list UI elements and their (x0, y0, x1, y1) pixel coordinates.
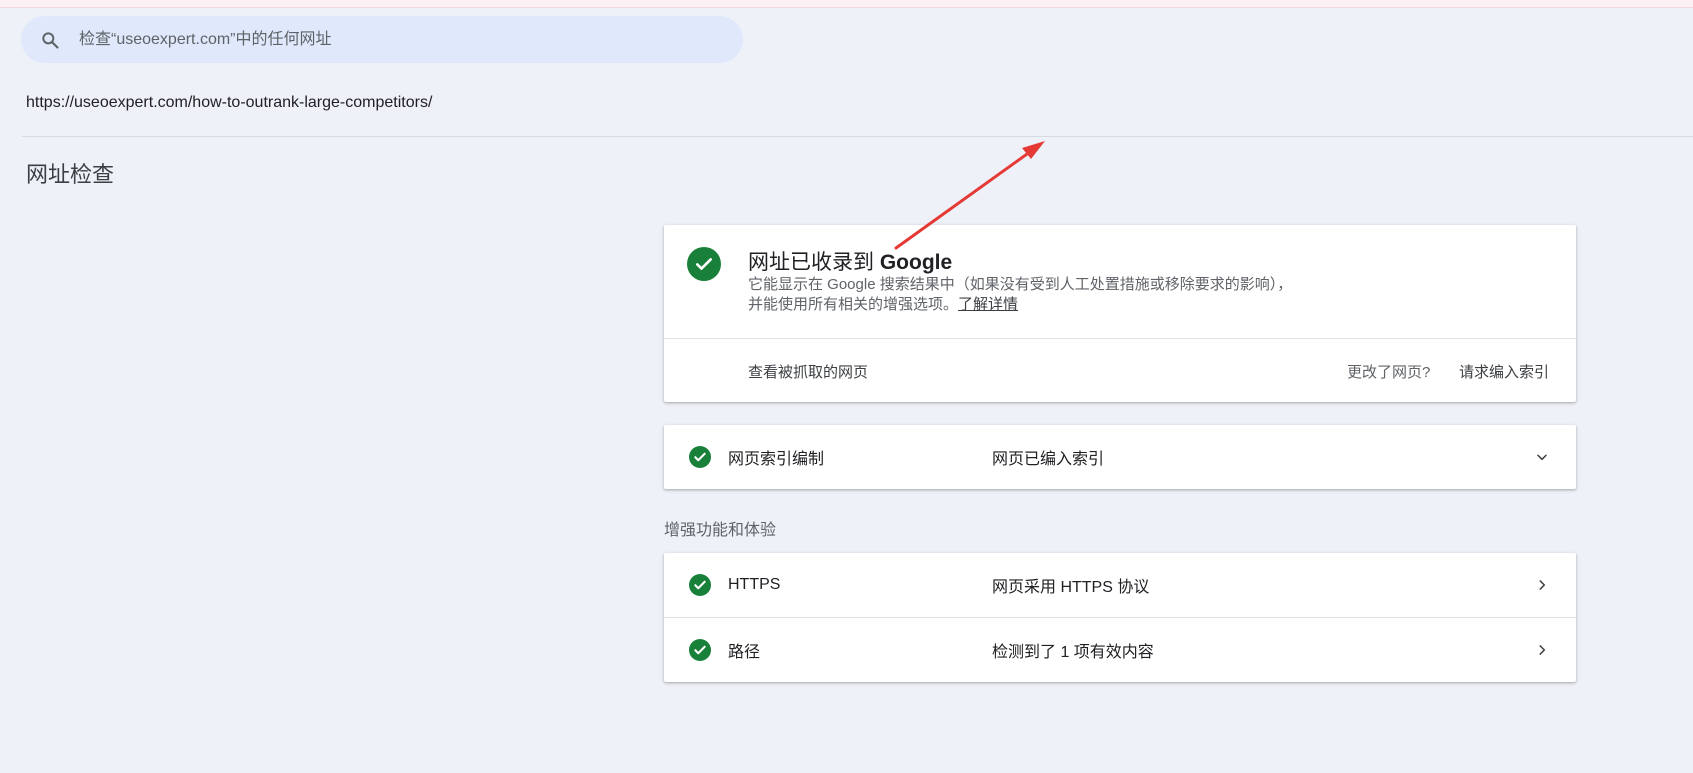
enhancement-row-https[interactable]: HTTPS 网页采用 HTTPS 协议 (664, 553, 1576, 617)
check-circle-icon (689, 574, 711, 596)
indexing-value: 网页已编入索引 (992, 451, 1105, 468)
search-input[interactable] (77, 29, 681, 50)
url-inspection-search[interactable] (21, 16, 743, 63)
view-crawled-page-button[interactable]: 查看被抓取的网页 (748, 361, 868, 382)
page-title: 网址检查 (26, 162, 115, 187)
chevron-down-icon[interactable] (1534, 449, 1550, 465)
top-edge-bar (0, 0, 1693, 8)
index-status-card: 网址已收录到 Google 它能显示在 Google 搜索结果中（如果没有受到人… (664, 225, 1576, 402)
card-divider (664, 338, 1576, 339)
chevron-right-icon[interactable] (1534, 577, 1550, 593)
search-icon[interactable] (39, 29, 61, 51)
indexing-label: 网页索引编制 (728, 451, 825, 468)
request-indexing-button[interactable]: 请求编入索引 (1459, 361, 1549, 382)
learn-more-link[interactable]: 了解详情 (958, 296, 1018, 313)
chevron-right-icon[interactable] (1534, 642, 1550, 658)
enhancement-value: 检测到了 1 项有效内容 (992, 644, 1154, 661)
enhancements-heading: 增强功能和体验 (664, 522, 777, 539)
enhancement-label: 路径 (728, 644, 761, 661)
inspected-url: https://useoexpert.com/how-to-outrank-la… (26, 94, 433, 111)
check-circle-icon (689, 446, 711, 468)
google-brand: Google (879, 251, 953, 274)
check-circle-icon (687, 247, 721, 281)
page-changed-label: 更改了网页? (1347, 364, 1431, 381)
enhancement-value: 网页采用 HTTPS 协议 (992, 579, 1150, 596)
status-title: 网址已收录到 Google (748, 251, 953, 274)
enhancements-card: HTTPS 网页采用 HTTPS 协议 路径 检测到了 1 项有效内容 (664, 553, 1576, 682)
indexing-card: 网页索引编制 网页已编入索引 (664, 425, 1576, 489)
header-divider (22, 136, 1693, 137)
check-circle-icon (689, 639, 711, 661)
indexing-row[interactable]: 网页索引编制 网页已编入索引 (664, 425, 1576, 489)
enhancement-label: HTTPS (728, 576, 781, 593)
enhancement-row-breadcrumbs[interactable]: 路径 检测到了 1 项有效内容 (664, 617, 1576, 682)
status-description: 它能显示在 Google 搜索结果中（如果没有受到人工处置措施或移除要求的影响）… (748, 276, 1293, 313)
